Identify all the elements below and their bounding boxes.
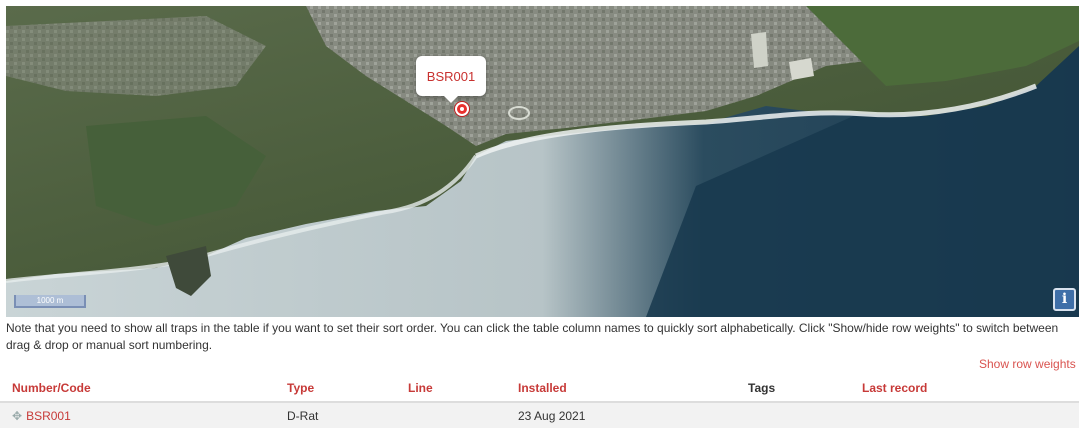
trap-marker-icon[interactable] (455, 102, 469, 116)
column-type[interactable]: Type (275, 375, 396, 403)
marker-popup[interactable]: BSR001 (416, 56, 486, 103)
traps-table: Number/Code Type Line Installed Tags Las… (0, 375, 1079, 428)
marker-popup-label: BSR001 (426, 68, 476, 84)
info-icon[interactable]: i (1053, 288, 1076, 311)
cell-line (396, 402, 506, 428)
column-installed[interactable]: Installed (506, 375, 736, 403)
column-last-record[interactable]: Last record (850, 375, 1079, 403)
column-tags[interactable]: Tags (736, 375, 850, 403)
info-button-label: i (1061, 291, 1068, 307)
table-row[interactable]: ✥ BSR001 D-Rat 23 Aug 2021 (0, 402, 1079, 428)
cell-tags (736, 402, 850, 428)
cell-last-record (850, 402, 1079, 428)
scale-bar-label: 1000 m (36, 296, 64, 305)
column-number-code[interactable]: Number/Code (0, 375, 275, 403)
map-view[interactable]: BSR001 1000 m i (6, 6, 1079, 317)
satellite-imagery (6, 6, 1079, 317)
cell-type: D-Rat (275, 402, 396, 428)
show-row-weights-link[interactable]: Show row weights (979, 357, 1076, 371)
trap-code-link[interactable]: BSR001 (26, 409, 71, 423)
column-line[interactable]: Line (396, 375, 506, 403)
sort-order-note: Note that you need to show all traps in … (6, 321, 1059, 352)
drag-handle-icon[interactable]: ✥ (12, 409, 22, 423)
cell-installed: 23 Aug 2021 (506, 402, 736, 428)
table-header-row: Number/Code Type Line Installed Tags Las… (0, 375, 1079, 403)
scale-bar: 1000 m (14, 295, 86, 308)
cell-code: ✥ BSR001 (0, 402, 275, 428)
